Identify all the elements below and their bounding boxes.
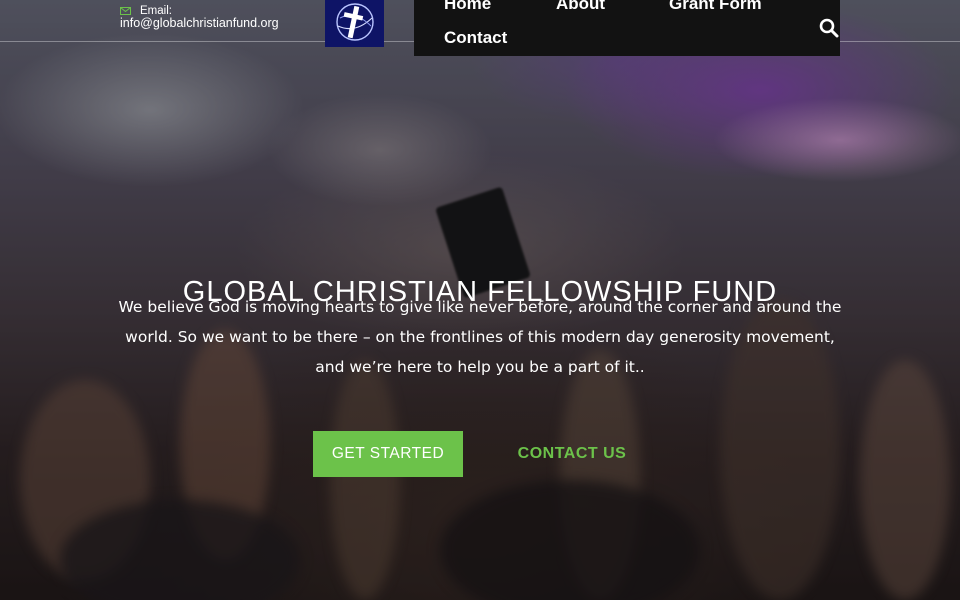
top-header: Email: info@globalchristianfund.org Home… bbox=[0, 0, 960, 56]
hero-description: We believe God is moving hearts to give … bbox=[118, 298, 842, 376]
envelope-icon bbox=[120, 7, 131, 15]
get-started-button[interactable]: GET STARTED bbox=[313, 431, 463, 477]
nav-about[interactable]: About bbox=[556, 0, 605, 14]
site-logo[interactable] bbox=[325, 0, 384, 47]
email-link[interactable]: info@globalchristianfund.org bbox=[120, 17, 279, 30]
nav-contact[interactable]: Contact bbox=[444, 28, 507, 48]
nav-home[interactable]: Home bbox=[444, 0, 491, 14]
search-button[interactable] bbox=[819, 18, 839, 38]
search-icon bbox=[819, 18, 839, 38]
cross-globe-logo-icon bbox=[325, 0, 384, 47]
nav-grant-form[interactable]: Grant Form bbox=[669, 0, 762, 14]
contact-us-button[interactable]: CONTACT US bbox=[497, 431, 647, 477]
main-navigation: Home About Grant Form Contact bbox=[414, 0, 840, 56]
